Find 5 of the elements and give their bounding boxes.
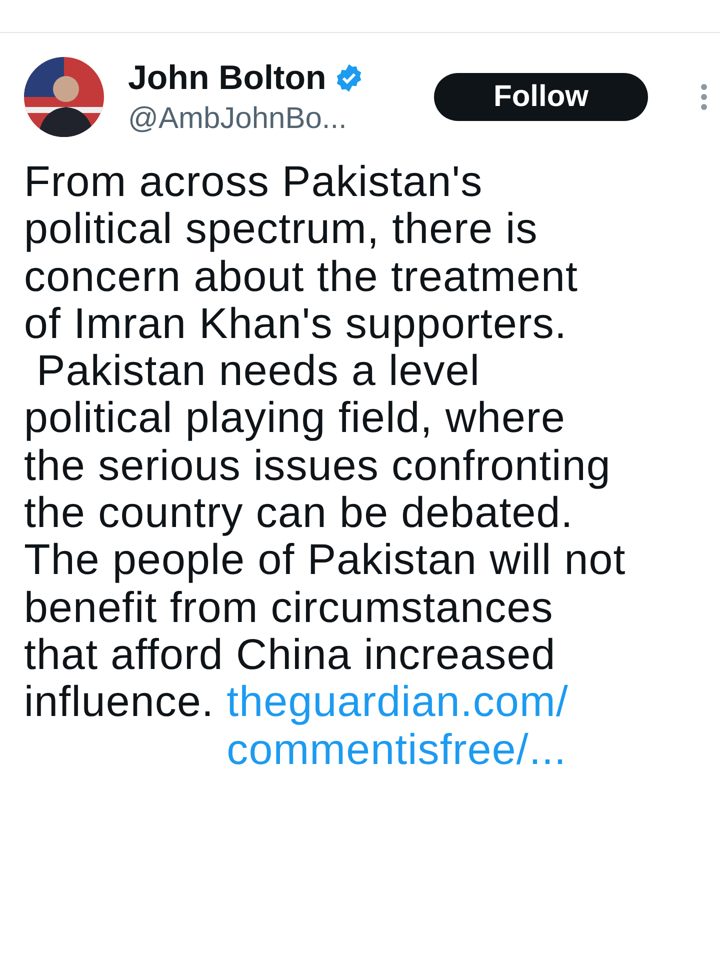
author-name: John Bolton: [128, 58, 326, 98]
follow-button[interactable]: Follow: [434, 73, 648, 121]
tweet-text: From across Pakistan's political spectrum, there is concern about the treatment of Imran Khan's supporters. Pakistan needs a level political playing field, where the serious issues confronting the country can be debated. The people of Pakistan will not benefit from circumstances that afford China increased influence. theguardian.com/ commentisfree/...: [24, 159, 627, 774]
more-options-icon[interactable]: [698, 83, 710, 111]
author-handle[interactable]: @AmbJohnBo...: [128, 102, 410, 136]
